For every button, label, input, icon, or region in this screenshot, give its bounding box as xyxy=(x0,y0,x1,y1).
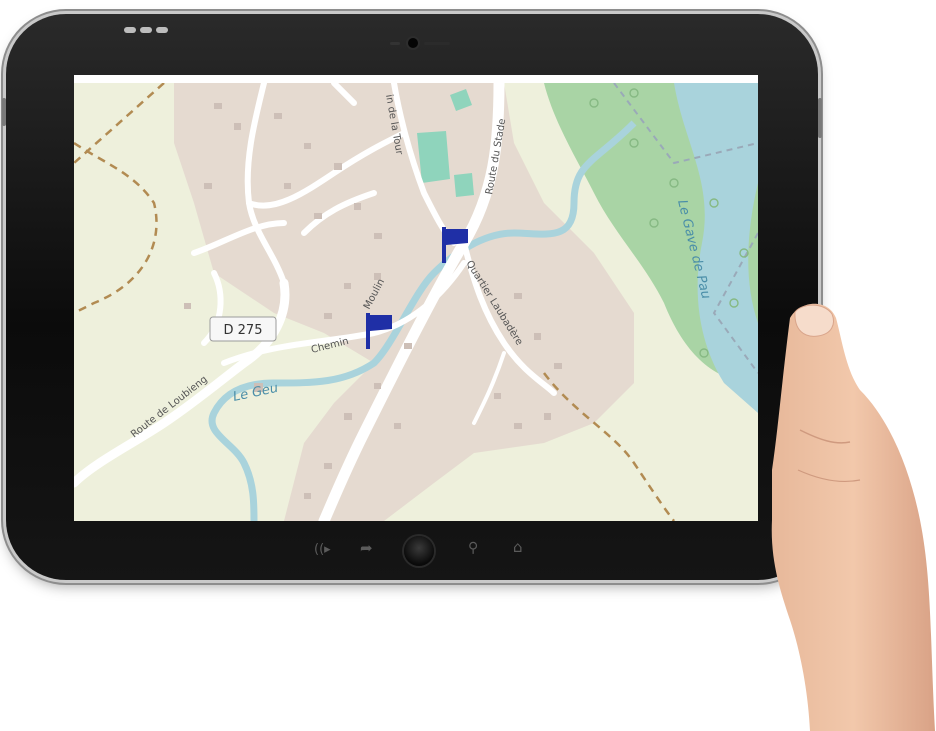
camera xyxy=(408,38,418,48)
speaker-grille xyxy=(424,42,450,45)
road-badge: D 275 xyxy=(209,316,277,342)
house-icon[interactable]: ⌂ xyxy=(513,539,523,555)
tablet-screen: D 275 Route de Loubieng Chemin Moulin in… xyxy=(74,75,758,521)
top-buttons xyxy=(124,18,176,33)
sound-icon[interactable]: ((▸ xyxy=(314,542,331,558)
home-button[interactable] xyxy=(404,536,434,566)
sensor xyxy=(390,42,400,45)
sports-pitch xyxy=(454,173,474,197)
search-icon[interactable]: ⚲ xyxy=(468,540,478,556)
side-button-right xyxy=(818,98,822,138)
sports-pitch xyxy=(417,131,450,183)
map-view[interactable]: D 275 Route de Loubieng Chemin Moulin in… xyxy=(74,83,758,521)
side-button-left xyxy=(2,98,6,126)
road-badge-label: D 275 xyxy=(224,323,263,338)
screen-status-strip xyxy=(74,75,758,83)
share-icon[interactable]: ➦ xyxy=(360,540,373,556)
